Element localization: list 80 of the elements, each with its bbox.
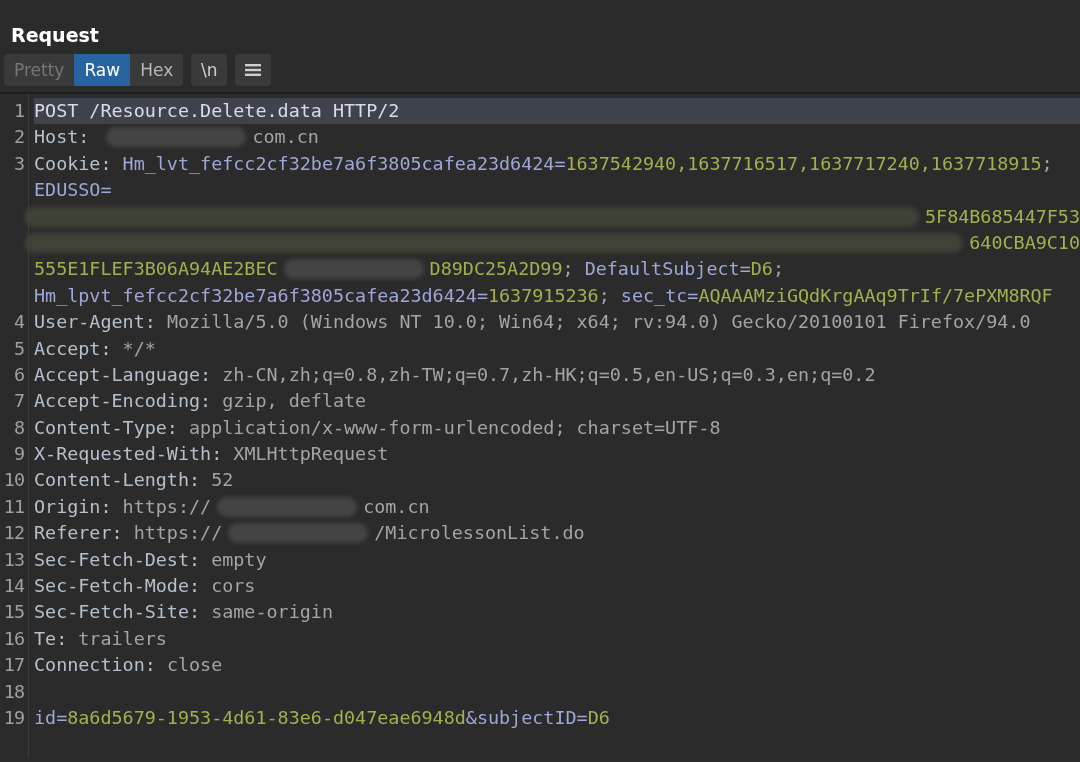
menu-button[interactable] [235, 54, 272, 86]
header-name: Sec-Fetch-Mode: [34, 574, 202, 599]
menu-icon [245, 64, 262, 76]
param-value: 640CBA9C10 [969, 230, 1080, 255]
header-value: same-origin [211, 600, 333, 625]
line-number: 3 [12, 151, 25, 176]
line-number: 6 [12, 362, 25, 387]
param-value: 5F84B685447F53 [925, 204, 1080, 229]
header-value: gzip, deflate [222, 389, 367, 414]
header-value: com.cn [252, 125, 319, 150]
param-name: DefaultSubject= [584, 257, 751, 282]
param-name: EDUSSO= [34, 178, 112, 203]
line-number: 9 [12, 442, 25, 467]
param-value: 8a6d5679-1953-4d61-83e6-d047eae6948d [67, 706, 466, 730]
header-value: 52 [211, 468, 234, 493]
param-value: AQAAAMziGQdKrgAAq9TrIf/7ePXM8RQF [698, 283, 1053, 308]
header-name: User-Agent: [34, 310, 157, 335]
line-number: 1 [12, 99, 25, 123]
line-number: 5 [12, 336, 25, 361]
header-name: Origin: [34, 494, 113, 519]
param-value: D6 [587, 706, 610, 730]
header-value: empty [211, 547, 267, 572]
param-value: 555E1FLEF3B06A94AE2BEC [34, 257, 278, 282]
header-name: Content-Type: [34, 415, 179, 440]
view-tab[interactable]: Raw [74, 54, 131, 86]
header-name: Referer: [34, 521, 124, 546]
header-value: ; [562, 257, 575, 282]
header-name: Sec-Fetch-Dest: [34, 547, 202, 572]
header-value: https:// [133, 521, 223, 546]
param-value: 1637542940,1637716517,1637717240,1637718915 [565, 151, 1042, 176]
line-number: 12 [2, 521, 25, 546]
header-value: XMLHttpRequest [233, 442, 389, 467]
param-value: D89DC25A2D99 [429, 257, 563, 282]
param-name: Hm_lpvt_fefcc2cf32be7a6f3805cafea23d6424= [34, 283, 488, 308]
header-name: Content-Length: [34, 468, 202, 493]
header-name: X-Requested-With: [34, 442, 224, 467]
header-value: /MicrolessonList.do [374, 521, 585, 546]
header-value: zh-CN,zh;q=0.8,zh-TW;q=0.7,zh-HK;q=0.5,en-US;q=0.3,en;q=0.2 [222, 362, 876, 387]
header-value: ; [1041, 151, 1053, 176]
line-number: 16 [2, 626, 25, 651]
header-name: Connection: [34, 653, 157, 678]
line-number: 10 [2, 468, 25, 493]
param-name: Hm_lvt_fefcc2cf32be7a6f3805cafea23d6424= [122, 151, 566, 176]
line-number: 8 [12, 415, 25, 440]
line-number: 14 [2, 574, 26, 599]
header-value: Mozilla/5.0 (Windows NT 10.0; Win64; x64; rv:94.0) Gecko/20100101 Firefox/94.0 [166, 310, 1031, 335]
param-name: &subjectID= [465, 706, 588, 730]
line-number: 19 [2, 706, 25, 730]
header-name: Accept-Language: [34, 362, 213, 387]
header-value: */* [122, 336, 156, 361]
newline-toggle-button[interactable]: \n [191, 54, 228, 86]
header-value: cors [211, 574, 256, 599]
line-number: 11 [2, 494, 25, 519]
header-name: Te: [34, 626, 69, 651]
header-value: application/x-www-form-urlencoded; charset=UTF-8 [189, 415, 721, 440]
header-value: ; [598, 283, 611, 308]
header-name: Cookie: [34, 151, 113, 176]
header-value: com.cn [363, 494, 430, 519]
line-number: 2 [12, 125, 25, 150]
line-number: 17 [2, 653, 25, 678]
header-value: https:// [122, 494, 212, 519]
header-value: trailers [78, 626, 167, 651]
panel-title: Request [10, 23, 100, 48]
header-name: Accept: [34, 336, 113, 361]
param-name: sec_tc= [620, 283, 699, 308]
request-line: POST /Resource.Delete.data HTTP/2 [34, 99, 400, 123]
line-number: 4 [12, 310, 26, 335]
header-value: close [166, 653, 223, 678]
param-value: D6 [750, 257, 773, 282]
param-value: 1637915236 [487, 283, 599, 308]
line-number: 15 [2, 600, 25, 625]
header-name: Host: [34, 125, 91, 150]
header-name: Sec-Fetch-Site: [34, 600, 202, 625]
view-tab[interactable]: Hex [130, 54, 184, 86]
line-number: 18 [2, 679, 25, 704]
line-number: 7 [12, 389, 25, 414]
header-name: Accept-Encoding: [34, 389, 213, 414]
line-number: 13 [2, 547, 25, 572]
header-value: ; [772, 257, 784, 282]
param-name: id= [34, 706, 68, 730]
